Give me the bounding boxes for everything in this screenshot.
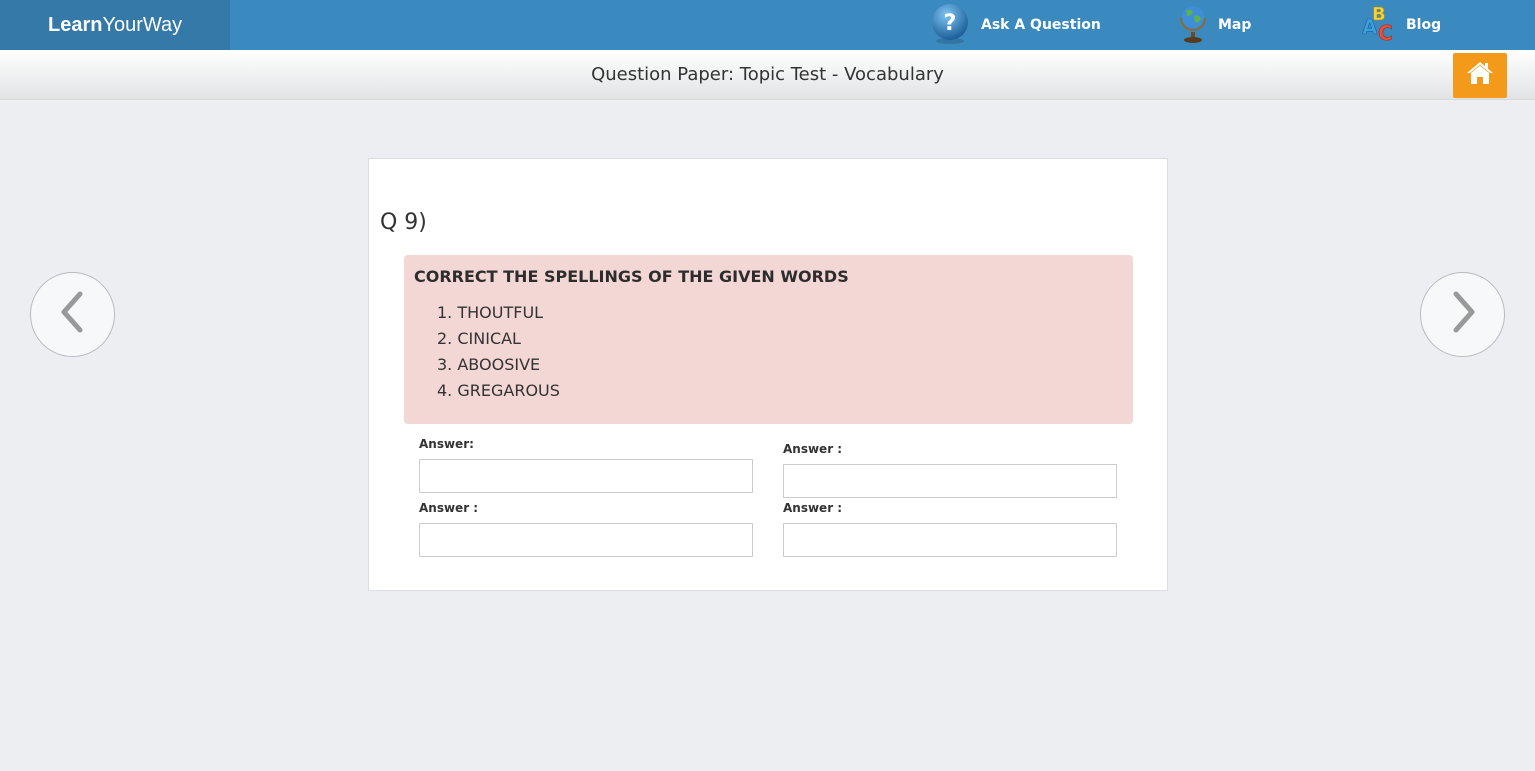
- item-number: 3.: [437, 355, 453, 374]
- item-text: GREGAROUS: [457, 381, 560, 400]
- nav-map[interactable]: Map: [1178, 0, 1251, 50]
- question-box: CORRECT THE SPELLINGS OF THE GIVEN WORDS…: [404, 255, 1133, 424]
- logo-bold-text: Learn: [48, 13, 103, 36]
- item-text: THOUTFUL: [457, 303, 544, 322]
- svg-text:C: C: [1378, 21, 1393, 44]
- question-number: Q 9): [380, 210, 427, 235]
- nav-blog[interactable]: A B C Blog: [1362, 0, 1441, 50]
- nav-ask-question[interactable]: ? Ask A Question: [929, 0, 1101, 50]
- list-item: 3. ABOOSIVE: [437, 352, 1123, 378]
- site-logo[interactable]: Learn YourWay: [0, 0, 230, 50]
- item-number: 2.: [437, 329, 453, 348]
- question-icon: ?: [929, 2, 971, 48]
- abc-blocks-icon: A B C: [1362, 2, 1396, 48]
- nav-blog-label: Blog: [1406, 17, 1442, 33]
- answer-4-label: Answer :: [783, 501, 843, 515]
- word-list: 1. THOUTFUL 2. CINICAL 3. ABOOSIVE 4. GR…: [414, 300, 1123, 404]
- item-text: CINICAL: [457, 329, 521, 348]
- globe-icon: [1178, 2, 1208, 48]
- top-navbar: Learn YourWay ? Ask A Question Map A B C…: [0, 0, 1535, 50]
- chevron-left-icon: [58, 290, 88, 339]
- chevron-right-icon: [1448, 290, 1478, 339]
- page-title: Question Paper: Topic Test - Vocabulary: [591, 64, 944, 85]
- item-number: 1.: [437, 303, 453, 322]
- next-question-button[interactable]: [1420, 272, 1505, 357]
- home-icon: [1466, 60, 1494, 91]
- answer-4-input[interactable]: [783, 523, 1117, 557]
- answer-3-label: Answer :: [419, 501, 479, 515]
- logo-light-text: YourWay: [102, 13, 183, 36]
- answer-2-input[interactable]: [783, 464, 1117, 498]
- nav-ask-label: Ask A Question: [981, 17, 1101, 33]
- item-text: ABOOSIVE: [457, 355, 541, 374]
- answer-3-input[interactable]: [419, 523, 753, 557]
- answer-1-input[interactable]: [419, 459, 753, 493]
- home-button[interactable]: [1453, 53, 1507, 98]
- previous-question-button[interactable]: [30, 272, 115, 357]
- list-item: 2. CINICAL: [437, 326, 1123, 352]
- nav-map-label: Map: [1218, 17, 1252, 33]
- page-title-bar: Question Paper: Topic Test - Vocabulary: [0, 50, 1535, 100]
- question-title: CORRECT THE SPELLINGS OF THE GIVEN WORDS: [414, 267, 849, 286]
- list-item: 4. GREGAROUS: [437, 378, 1123, 404]
- answer-2-label: Answer :: [783, 442, 843, 456]
- svg-text:?: ?: [944, 11, 957, 36]
- list-item: 1. THOUTFUL: [437, 300, 1123, 326]
- answer-1-label: Answer:: [419, 437, 474, 451]
- item-number: 4.: [437, 381, 453, 400]
- question-card: Q 9) CORRECT THE SPELLINGS OF THE GIVEN …: [368, 158, 1168, 591]
